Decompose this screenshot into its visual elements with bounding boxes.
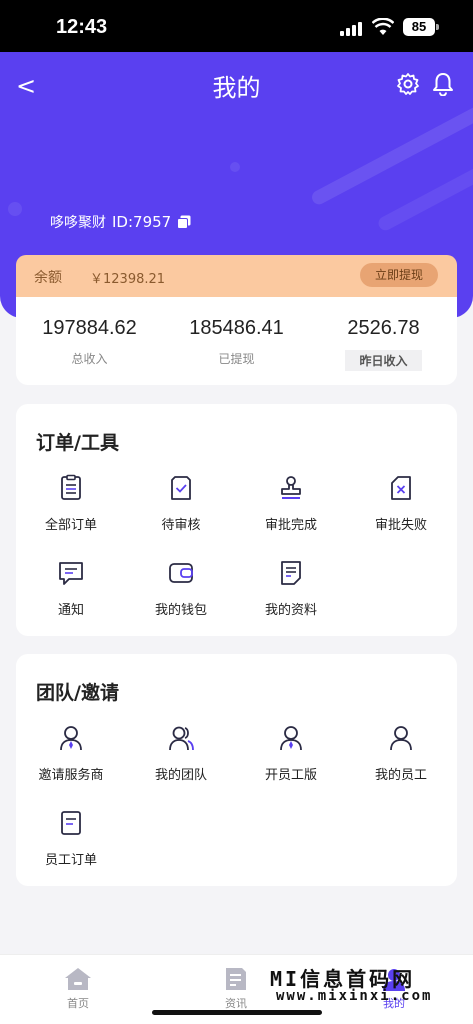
stat-value: 197884.62 <box>42 317 137 339</box>
section-title: 团队/邀请 <box>36 682 119 704</box>
menu-item-invite-provider[interactable]: 邀请服务商 <box>16 724 126 783</box>
status-time: 12:43 <box>56 16 108 38</box>
menu-item-pending-review[interactable]: 待审核 <box>126 474 236 533</box>
stat-value: 2526.78 <box>347 317 420 339</box>
gear-icon[interactable] <box>396 72 420 96</box>
user-id: ID:7957 <box>112 213 172 231</box>
message-icon <box>59 562 83 585</box>
tab-home[interactable]: 首页 <box>28 967 128 1011</box>
list-icon <box>61 474 81 500</box>
menu-item-label: 我的团队 <box>154 768 207 783</box>
document-icon <box>281 561 301 585</box>
menu-item-wallet[interactable]: 我的钱包 <box>126 559 236 618</box>
team-invite-section: 团队/邀请 邀请服务商 我的团队 开员工版 我的员工 员工订单 <box>16 654 457 886</box>
menu-item-notifications[interactable]: 通知 <box>16 559 126 618</box>
home-icon <box>65 968 91 990</box>
menu-item-label: 我的钱包 <box>154 603 207 618</box>
menu-item-my-team[interactable]: 我的团队 <box>126 724 236 783</box>
stat-yesterday-income: 2526.78 昨日收入 <box>310 317 457 371</box>
user-icon <box>390 726 412 751</box>
menu-item-approved[interactable]: 审批完成 <box>236 474 346 533</box>
status-bar: 12:43 85 <box>0 0 473 52</box>
orders-tools-section: 订单/工具 全部订单 待审核 审批完成 审批失败 通知 我的钱包 我的资料 <box>16 404 457 636</box>
menu-item-label: 审批完成 <box>264 518 317 533</box>
section-title: 订单/工具 <box>36 432 119 454</box>
stat-caption: 昨日收入 <box>345 350 422 371</box>
menu-item-staff-orders[interactable]: 员工订单 <box>16 809 126 868</box>
income-stats: 197884.62 总收入 185486.41 已提现 2526.78 昨日收入 <box>16 297 457 385</box>
pending-review-icon <box>171 476 191 500</box>
balance-amount: ￥12398.21 <box>90 272 166 287</box>
withdraw-button[interactable]: 立即提现 <box>360 263 438 287</box>
user-tie-icon <box>280 726 302 751</box>
balance-bar: 余额 ￥12398.21 立即提现 <box>16 255 457 297</box>
menu-item-open-staff-edition[interactable]: 开员工版 <box>236 724 346 783</box>
username: 哆哆聚财 <box>50 215 106 231</box>
user-info: 哆哆聚财 ID:7957 <box>50 212 191 232</box>
stat-value: 185486.41 <box>189 317 284 339</box>
menu-item-label: 我的资料 <box>264 603 317 618</box>
stat-caption: 总收入 <box>71 352 108 366</box>
menu-item-label: 待审核 <box>161 518 201 533</box>
battery-indicator: 85 <box>403 18 435 36</box>
team-icon <box>169 726 194 751</box>
bell-icon[interactable] <box>432 72 454 96</box>
menu-item-my-profile[interactable]: 我的资料 <box>236 559 346 618</box>
document-icon <box>61 811 81 835</box>
wallet-icon <box>169 563 193 583</box>
news-icon <box>226 968 246 990</box>
menu-item-label: 开员工版 <box>264 768 317 783</box>
tab-label: 首页 <box>67 997 89 1010</box>
watermark-url: www.mixinxi.com <box>276 988 433 1004</box>
copy-icon[interactable] <box>177 215 191 229</box>
menu-item-my-staff[interactable]: 我的员工 <box>346 724 456 783</box>
menu-item-label: 审批失败 <box>374 518 427 533</box>
stat-caption: 已提现 <box>218 352 255 366</box>
battery-tip <box>436 24 439 30</box>
menu-item-label: 通知 <box>57 603 84 618</box>
stat-withdrawn: 185486.41 已提现 <box>163 317 310 367</box>
stamp-icon <box>281 476 301 499</box>
menu-item-all-orders[interactable]: 全部订单 <box>16 474 126 533</box>
balance-label: 余额 <box>34 270 62 286</box>
menu-item-label: 全部订单 <box>44 518 97 533</box>
tab-label: 资讯 <box>225 997 247 1010</box>
menu-item-label: 我的员工 <box>374 768 427 783</box>
stat-total-income: 197884.62 总收入 <box>16 317 163 367</box>
home-indicator <box>152 1010 322 1015</box>
menu-item-label: 邀请服务商 <box>38 768 104 783</box>
menu-item-rejected[interactable]: 审批失败 <box>346 474 456 533</box>
signal-icon <box>340 22 364 36</box>
wifi-icon <box>372 18 394 35</box>
menu-item-label: 员工订单 <box>44 853 97 868</box>
user-tie-icon <box>60 726 82 751</box>
rejected-icon <box>391 476 411 500</box>
